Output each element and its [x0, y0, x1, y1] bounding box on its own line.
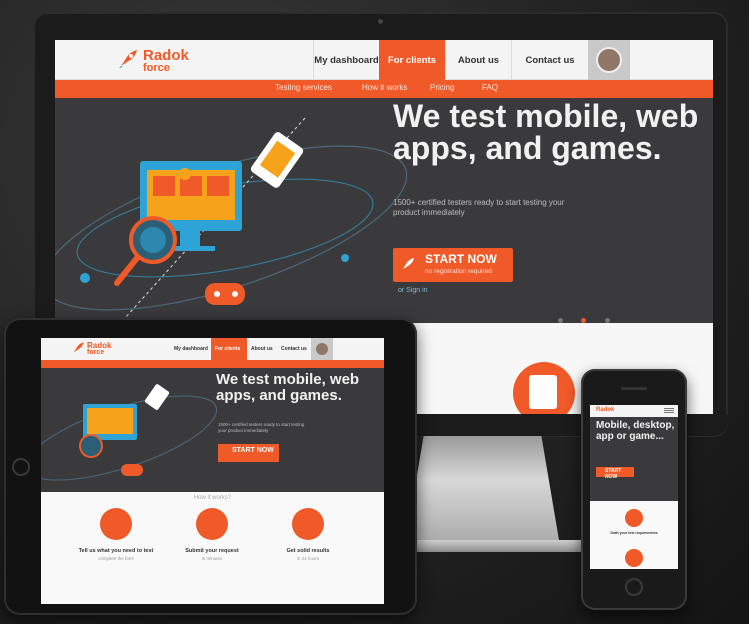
user-avatar-icon [316, 343, 328, 355]
tablet-how-title: How it works? [193, 495, 232, 501]
tablet-tab-contact[interactable]: Contact us [281, 346, 307, 352]
rocket-icon [73, 342, 84, 353]
checklist-icon [625, 509, 643, 527]
tablet-hero-title: We test mobile, web apps, and games. [216, 371, 360, 404]
phone-start-now-label: START NOW [605, 468, 622, 480]
phone-screen: Radok Mobile, desktop, app or game... ST… [590, 405, 678, 569]
top-nav: Radok force My dashboard For clients Abo… [55, 40, 713, 80]
step-3: Get solid results in 24 hours [263, 508, 353, 562]
subnav-testing-services[interactable]: Testing services [275, 83, 332, 92]
phone-home-button [625, 578, 643, 596]
step-1: Tell us what you need to test complete t… [71, 508, 161, 562]
tablet-how-it-works: How it works? Tell us what you need to t… [41, 492, 384, 604]
rocket-icon [119, 50, 137, 68]
gamepad-icon [205, 283, 245, 305]
phone-hero-title: Mobile, desktop, app or game... [596, 420, 675, 442]
phone-step-title: Draft your test requirements [610, 531, 658, 535]
monitor-stand [405, 436, 560, 546]
tab-contact-us[interactable]: Contact us [511, 40, 588, 80]
tablet-start-now-label: START NOW [232, 447, 274, 454]
tablet-sub-nav [41, 360, 384, 368]
tablet-frame: Radok force My dashboard For clients Abo… [4, 318, 417, 615]
rocket-icon [403, 258, 414, 269]
phone-speaker [621, 387, 647, 390]
bulb-icon [179, 168, 191, 180]
tablet-home-button [12, 458, 30, 476]
phone-brand: Radok [596, 407, 615, 413]
start-now-sub: no registration required [425, 268, 492, 275]
tablet-hero-subtitle: 1500+ certified testers ready to start t… [218, 422, 305, 433]
step-1-sub: complete the form [97, 556, 134, 561]
phone-top-nav: Radok [590, 405, 678, 417]
step-3-sub: in 24 hours [296, 556, 320, 561]
tablet-start-now-button[interactable]: START NOW [218, 444, 279, 462]
menu-icon[interactable] [664, 407, 674, 415]
tablet-brand-line2: force [87, 349, 105, 356]
tablet-tab-dashboard[interactable]: My dashboard [174, 346, 208, 352]
step-3-title: Get solid results [286, 548, 330, 554]
sign-in-link[interactable]: or Sign in [398, 287, 428, 294]
subnav-pricing[interactable]: Pricing [430, 83, 454, 92]
step-2-sub: in minutes [201, 556, 223, 561]
tab-for-clients[interactable]: For clients [379, 40, 445, 80]
gear-icon [196, 508, 228, 540]
magnifier-icon [114, 216, 177, 286]
tablet-top-nav: Radok force My dashboard For clients Abo… [41, 338, 384, 360]
tablet-tab-about[interactable]: About us [251, 346, 273, 352]
subnav-faq[interactable]: FAQ [482, 83, 498, 92]
start-now-label: START NOW [425, 252, 497, 266]
tablet-user-menu[interactable] [311, 338, 333, 360]
tablet-tab-for-clients[interactable]: For clients [211, 338, 247, 360]
gear-icon [625, 549, 643, 567]
step-1-title: Tell us what you need to test [78, 548, 154, 554]
tab-about-us[interactable]: About us [445, 40, 511, 80]
tablet-screen: Radok force My dashboard For clients Abo… [41, 338, 384, 604]
hero-subtitle: 1500+ certified testers ready to start t… [393, 198, 565, 217]
hero-title: We test mobile, web apps, and games. [393, 98, 699, 166]
subnav-how-it-works[interactable]: How it works [362, 83, 407, 92]
results-icon [292, 508, 324, 540]
tab-my-dashboard[interactable]: My dashboard [313, 40, 379, 80]
user-avatar-icon [596, 47, 622, 73]
brand-line2: force [143, 62, 170, 74]
checklist-icon [100, 508, 132, 540]
start-now-button[interactable]: START NOW no registration required [393, 248, 513, 282]
phone-below: Draft your test requirements [590, 501, 678, 569]
brand-logo[interactable]: Radok force [117, 46, 189, 76]
step-2-title: Submit your request [185, 548, 239, 554]
phone-start-now-button[interactable]: START NOW [596, 467, 634, 480]
camera-dot [378, 19, 383, 24]
user-menu[interactable] [588, 40, 630, 80]
step-2: Submit your request in minutes [167, 508, 257, 562]
phone-frame: Radok Mobile, desktop, app or game... ST… [581, 369, 687, 610]
